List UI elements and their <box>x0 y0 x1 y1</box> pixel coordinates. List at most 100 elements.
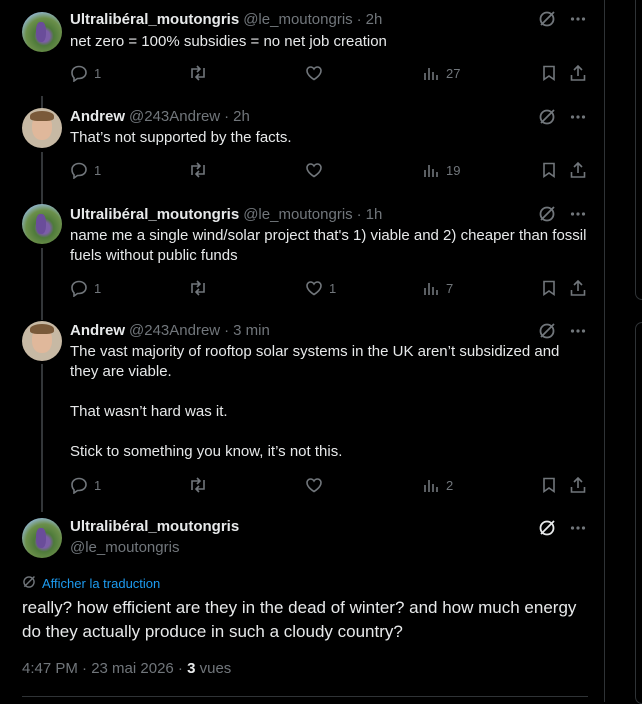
retweet-button[interactable] <box>188 64 208 82</box>
heart-icon <box>305 476 323 494</box>
share-icon <box>569 161 587 179</box>
bookmark-button[interactable] <box>540 279 558 297</box>
heart-icon <box>305 161 323 179</box>
reply-count: 1 <box>94 477 102 493</box>
tweet-time[interactable]: 3 min <box>233 322 270 339</box>
tweet-header: Ultralibéral_moutongris @le_moutongris ·… <box>70 204 382 224</box>
more-icon[interactable] <box>570 11 586 27</box>
grok-icon[interactable] <box>538 205 556 223</box>
reply-icon <box>70 64 88 82</box>
tweet-actions: 1 19 <box>70 161 590 181</box>
tweet-time[interactable]: 2h <box>233 108 250 125</box>
share-button[interactable] <box>569 64 587 82</box>
like-button[interactable]: 1 <box>305 279 336 297</box>
author-handle[interactable]: @le_moutongris <box>243 206 352 223</box>
reply-button[interactable]: 1 <box>70 476 101 494</box>
bookmark-icon <box>540 64 558 82</box>
reply-button[interactable]: 1 <box>70 64 101 82</box>
tweet-actions: 1 1 7 <box>70 279 590 299</box>
views-button[interactable]: 7 <box>422 279 453 297</box>
tweet-time[interactable]: 2h <box>366 11 383 28</box>
view-count: 2 <box>446 477 454 493</box>
more-icon[interactable] <box>570 323 586 339</box>
reply-count: 1 <box>94 162 102 178</box>
share-button[interactable] <box>569 476 587 494</box>
tweet-text: The vast majority of rooftop solar syste… <box>70 343 560 460</box>
tweet-time[interactable]: 1h <box>366 206 383 223</box>
reply-count: 1 <box>94 280 102 296</box>
avatar[interactable] <box>22 12 62 52</box>
reply-button[interactable]: 1 <box>70 279 101 297</box>
author-name[interactable]: Ultralibéral_moutongris <box>70 206 239 223</box>
tweet[interactable]: Andrew @243Andrew · 3 min The vast major… <box>0 308 604 504</box>
more-icon[interactable] <box>570 520 586 536</box>
view-count: 7 <box>446 280 454 296</box>
views-button[interactable]: 27 <box>422 64 460 82</box>
retweet-button[interactable] <box>188 161 208 179</box>
author-handle[interactable]: @le_moutongris <box>70 539 179 556</box>
views-label: vues <box>195 660 232 677</box>
avatar[interactable] <box>22 518 62 558</box>
retweet-icon <box>188 279 208 297</box>
bookmark-button[interactable] <box>540 476 558 494</box>
reply-icon <box>70 279 88 297</box>
tweet-header: Ultralibéral_moutongris @le_moutongris ·… <box>70 9 382 29</box>
more-icon[interactable] <box>570 109 586 125</box>
like-button[interactable] <box>305 476 329 494</box>
grok-icon[interactable] <box>538 10 556 28</box>
sidebar-edge <box>605 0 642 704</box>
author-name[interactable]: Andrew <box>70 108 125 125</box>
retweet-button[interactable] <box>188 476 208 494</box>
grok-icon <box>22 575 36 592</box>
author-handle[interactable]: @243Andrew <box>129 322 220 339</box>
share-button[interactable] <box>569 279 587 297</box>
grok-icon[interactable] <box>538 322 556 340</box>
author-name[interactable]: Ultralibéral_moutongris <box>70 518 239 535</box>
separator-dot: · <box>356 10 362 28</box>
avatar[interactable] <box>22 204 62 244</box>
tweet[interactable]: Ultralibéral_moutongris @le_moutongris ·… <box>0 192 604 308</box>
like-button[interactable] <box>305 64 329 82</box>
sidebar-card-edge <box>635 0 642 300</box>
sidebar-card-edge <box>635 322 642 704</box>
views-chart-icon <box>422 476 440 494</box>
author-handle[interactable]: @243Andrew <box>129 108 220 125</box>
heart-icon <box>305 279 323 297</box>
retweet-icon <box>188 64 208 82</box>
grok-icon[interactable] <box>538 519 556 537</box>
retweet-button[interactable] <box>188 279 208 297</box>
like-button[interactable] <box>305 161 329 179</box>
grok-icon[interactable] <box>538 108 556 126</box>
share-icon <box>569 64 587 82</box>
tweet-header: Andrew @243Andrew · 2h <box>70 106 250 126</box>
bookmark-button[interactable] <box>540 64 558 82</box>
share-button[interactable] <box>569 161 587 179</box>
reply-icon <box>70 476 88 494</box>
retweet-icon <box>188 476 208 494</box>
divider <box>22 696 588 697</box>
translate-link[interactable]: Afficher la traduction <box>22 575 160 592</box>
tweet[interactable]: Andrew @243Andrew · 2h That’s not suppor… <box>0 96 604 192</box>
bookmark-button[interactable] <box>540 161 558 179</box>
tweet-meta: 4:47 PM · 23 mai 2026 · 3 vues <box>22 660 231 677</box>
views-chart-icon <box>422 161 440 179</box>
view-count: 27 <box>446 65 461 81</box>
bookmark-icon <box>540 476 558 494</box>
author-name[interactable]: Andrew <box>70 322 125 339</box>
views-button[interactable]: 2 <box>422 476 453 494</box>
translate-label[interactable]: Afficher la traduction <box>42 576 160 591</box>
views-button[interactable]: 19 <box>422 161 460 179</box>
view-count: 19 <box>446 162 461 178</box>
heart-icon <box>305 64 323 82</box>
share-icon <box>569 279 587 297</box>
avatar[interactable] <box>22 321 62 361</box>
author-name[interactable]: Ultralibéral_moutongris <box>70 11 239 28</box>
timestamp[interactable]: 4:47 PM · 23 mai 2026 · <box>22 660 187 677</box>
tweet[interactable]: Ultralibéral_moutongris @le_moutongris ·… <box>0 0 604 96</box>
reply-count: 1 <box>94 65 102 81</box>
reply-icon <box>70 161 88 179</box>
more-icon[interactable] <box>570 206 586 222</box>
reply-button[interactable]: 1 <box>70 161 101 179</box>
avatar[interactable] <box>22 108 62 148</box>
author-handle[interactable]: @le_moutongris <box>243 11 352 28</box>
